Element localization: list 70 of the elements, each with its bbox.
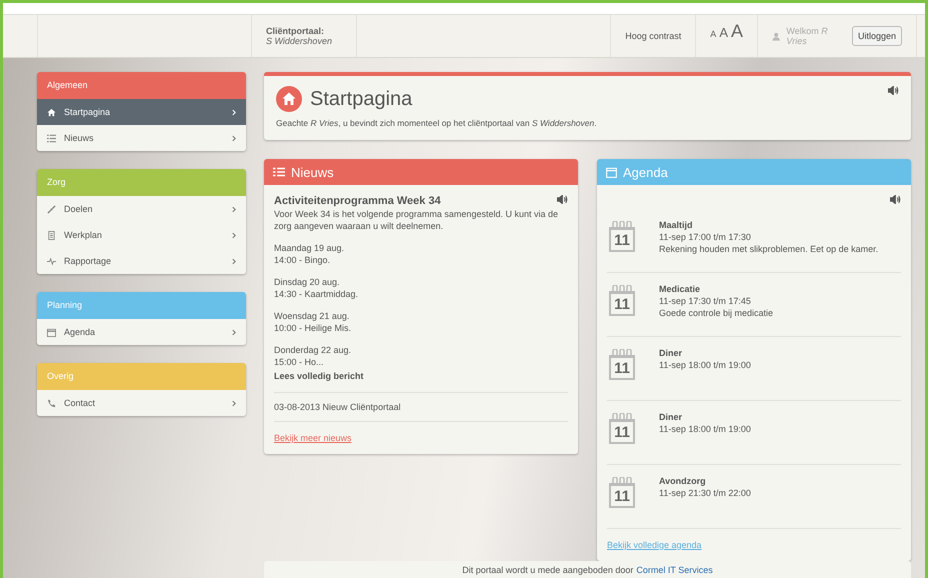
font-size-button[interactable]: A (730, 21, 743, 42)
welcome-text: Welkom R Vries (786, 26, 829, 46)
event-note: Rekening houden met slikproblemen. Eet op de kamer. (659, 243, 878, 255)
event-time: 11-sep 21:30 t/m 22:00 (659, 487, 751, 499)
speaker-icon[interactable] (890, 195, 901, 204)
event-time: 11-sep 17:30 t/m 17:45 (659, 295, 752, 307)
chevron-icon (232, 328, 236, 336)
event-title: Avondzorg (659, 475, 707, 487)
company-link[interactable]: Cormel IT Services (636, 564, 713, 574)
chevron-icon (232, 206, 236, 212)
day-label: Dinsdag 20 aug. (274, 276, 341, 288)
menu-item[interactable]: Werkplan (37, 222, 246, 248)
panel-title: Nieuws (291, 164, 334, 180)
news-item-link[interactable]: 03-08-2013 Nieuw Cliëntportaal (274, 402, 401, 412)
event-text: 15:00 - Ho... (274, 356, 325, 368)
day-label: Woensdag 21 aug. (274, 310, 350, 322)
font-size-button[interactable]: A (719, 25, 728, 40)
list-icon (273, 167, 285, 177)
pulse-icon (47, 256, 56, 266)
user-icon (772, 32, 780, 40)
menu-item[interactable]: Contact (37, 390, 246, 416)
speaker-icon[interactable] (557, 195, 568, 204)
menu-group-header: Planning (37, 292, 246, 319)
client-name: S Widdershoven (266, 36, 332, 46)
phone-icon (47, 398, 56, 408)
day-label: Maandag 19 aug. (274, 242, 346, 254)
link-icon (47, 204, 56, 214)
event-text: 14:30 - Kaartmiddag. (274, 288, 360, 300)
chevron-icon (232, 258, 236, 264)
speaker-icon[interactable] (888, 86, 899, 95)
event-time: 11-sep 18:00 t/m 19:00 (659, 359, 751, 371)
event-text: 14:00 - Bingo. (274, 254, 332, 266)
menu-group-header: Overig (37, 363, 246, 390)
chevron-icon (232, 232, 236, 238)
menu-group-header: Zorg (37, 169, 246, 196)
menu-item[interactable]: Doelen (37, 196, 246, 222)
menu-item[interactable]: Startpagina (37, 99, 246, 125)
article-title: Activiteitenprogramma Week 34 (274, 195, 441, 207)
footer-text: Dit portaal wordt u mede aangeboden door (462, 564, 634, 574)
list-icon (47, 134, 56, 142)
event-text: 10:00 - Heilige Mis. (274, 322, 352, 334)
menu-item[interactable]: Agenda (37, 319, 246, 345)
read-more-link[interactable]: Lees volledig bericht (274, 370, 568, 382)
document-icon (47, 230, 56, 240)
home-icon (47, 108, 56, 116)
day-label: Donderdag 22 aug. (274, 344, 352, 356)
chevron-icon (232, 108, 236, 116)
event-note: Goede controle bij medicatie (659, 307, 774, 319)
event-title: Diner (659, 347, 684, 359)
menu-item[interactable]: Rapportage (37, 248, 246, 274)
event-time: 11-sep 18:00 t/m 19:00 (659, 423, 751, 435)
event-title: Diner (659, 411, 684, 423)
article-intro: Voor Week 34 is het volgende programma samengesteld. U kunt via de zorg aangeven waaraan u wilt deelnemen. (274, 208, 559, 232)
menu-group-header: Algemeen (37, 72, 246, 99)
font-size-button[interactable]: A (710, 29, 716, 39)
high-contrast-link[interactable]: Hoog contrast (625, 31, 682, 41)
home-icon (276, 86, 302, 112)
calendar-icon (47, 328, 56, 336)
portal-label: Cliëntportaal: (266, 26, 324, 36)
panel-title: Agenda (623, 164, 668, 180)
calendar-icon (606, 166, 617, 178)
chevron-icon (232, 400, 236, 406)
greeting-text: Geachte R Vries, u bevindt zich momenteel op het cliëntportaal van S Widdershoven. (276, 118, 598, 128)
event-title: Maaltijd (659, 219, 694, 231)
event-title: Medicatie (659, 283, 702, 295)
logout-button[interactable]: Uitloggen (852, 26, 902, 46)
event-time: 11-sep 17:00 t/m 17:30 (659, 231, 752, 243)
menu-item[interactable]: Nieuws (37, 125, 246, 151)
page-title: Startpagina (310, 88, 414, 110)
chevron-icon (232, 134, 236, 142)
